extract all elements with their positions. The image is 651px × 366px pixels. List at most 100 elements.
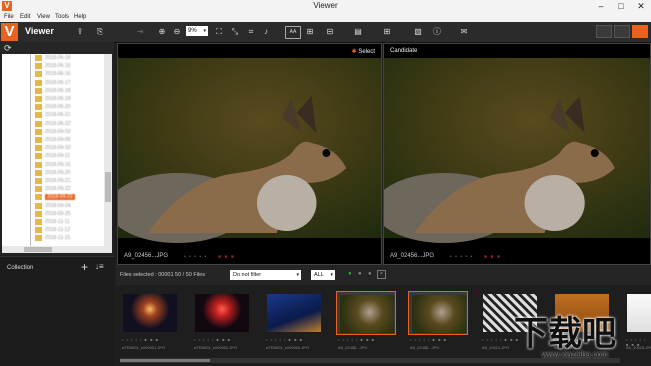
grid-view-button[interactable] (596, 25, 612, 38)
tree-item-label: 2018-09-25 (45, 210, 71, 217)
filter-select[interactable]: Do not filter ▾ (230, 270, 301, 280)
single-view-button[interactable] (614, 25, 630, 38)
aa-button[interactable]: AA (285, 26, 301, 39)
folder-icon (35, 169, 42, 176)
tree-vertical-scrollbar[interactable] (104, 54, 112, 246)
folder-icon (35, 104, 42, 111)
tree-item-label: 2018-11-11 (45, 219, 70, 225)
thumbnail-image (123, 294, 177, 332)
candidate-pane[interactable]: Candidate A9_02456...JPG • • • • • ■ ■ ■ (383, 43, 651, 265)
close-button[interactable]: ✕ (631, 0, 651, 13)
thumbnail[interactable] (336, 291, 396, 335)
select-label: ✱ Select (351, 49, 375, 55)
thumbnail-image (195, 294, 249, 332)
thumbnail-rating[interactable]: • • • • • ■ ■ ■ (410, 337, 447, 342)
menu-file[interactable]: File (4, 13, 14, 22)
minimize-button[interactable]: – (591, 0, 611, 13)
thumbnail-filename: A7R4001_ex00002.JPG (194, 345, 238, 350)
viewer-title: Viewer (25, 26, 54, 36)
folder-icon (35, 178, 42, 184)
tree-item-label: 2018-06-18 (45, 87, 71, 94)
menu-help[interactable]: Help (74, 13, 86, 22)
tree-item-label: 2018-06-17 (45, 79, 71, 86)
candidate-label: Candidate (390, 48, 418, 54)
candidate-flags[interactable]: ■ ■ ■ (484, 254, 501, 260)
thumbnail[interactable] (408, 291, 468, 335)
tree-horizontal-scrollbar[interactable] (2, 246, 112, 253)
crop-icon[interactable]: ⌗ (246, 26, 256, 37)
folder-icon (35, 161, 42, 168)
folder-icon (35, 128, 42, 135)
thumbnail-image (267, 294, 321, 332)
thumbnail[interactable] (192, 291, 252, 335)
tree-item-label: 2018-09-03 (45, 128, 71, 135)
collection-panel: Collection + ↓≡ (0, 256, 114, 366)
thumbnail-rating[interactable]: • • • • • ■ ■ ■ (194, 337, 231, 342)
rating-filter-select[interactable]: ALL ▾ (311, 270, 335, 280)
folder-tree[interactable]: 2018-06-18 2018-06-15 2018-06-16 2018-06-17… (2, 54, 104, 246)
folder-icon (35, 96, 42, 102)
green-flag-icon[interactable]: ● (348, 271, 352, 277)
thumbnail[interactable] (120, 291, 180, 335)
folder-icon (35, 137, 42, 143)
tree-item-label: 2018-06-18 (45, 55, 71, 61)
tree-item-label: 2018-06-19 (45, 96, 71, 102)
grid-icon[interactable]: ⊞ (382, 26, 392, 37)
zoom-in-icon[interactable]: ⊕ (157, 26, 167, 37)
select-rating[interactable]: • • • • • (184, 254, 207, 260)
thumbnail-rating[interactable]: • • • • • ■ ■ ■ (266, 337, 303, 342)
music-icon[interactable]: ♪ (261, 26, 271, 37)
select-flags[interactable]: ■ ■ ■ (218, 254, 235, 260)
export-icon[interactable]: ⎘ (95, 26, 105, 37)
menu-edit[interactable]: Edit (20, 13, 30, 22)
refresh-icon[interactable]: ⟳ (4, 43, 12, 54)
folder-icon (35, 227, 42, 234)
folder-icon (35, 153, 42, 160)
layout-icon[interactable]: ▤ (353, 26, 363, 37)
toolbar: V Viewer ⇪ ⎘ ⇥ ⊕ ⊖ 9% ▾ ⛶ ⤡ ⌗ ♪ AA ⊞ ⊟ ▤ … (0, 22, 651, 43)
info-icon[interactable]: ⓘ (432, 26, 442, 37)
shrink-icon[interactable]: ⤡ (230, 26, 240, 37)
tree-item-label: 2018-06-21 (45, 112, 71, 119)
folder-icon (35, 219, 42, 225)
compare-view-button[interactable] (632, 25, 648, 38)
folder-icon (35, 235, 42, 242)
zoom-select[interactable]: 9% ▾ (186, 26, 208, 36)
tree-item-label: 2018-06-16 (45, 71, 71, 78)
compare-icon[interactable]: ⊞ (305, 26, 315, 37)
select-pane[interactable]: ✱ Select A9_02456...JPG • • • • • ■ ■ ■ (117, 43, 382, 265)
add-collection-icon[interactable]: + (81, 260, 88, 274)
folder-icon (35, 55, 42, 61)
candidate-rating[interactable]: • • • • • (450, 254, 473, 260)
tree-item[interactable]: 2018-11-15 (2, 234, 104, 243)
tree-item-label: 2018-09-05 (45, 137, 71, 143)
watermark: 下载吧 www.xiazaiba.com (514, 306, 650, 364)
window-title: Viewer (313, 1, 338, 10)
image-icon[interactable]: ▨ (413, 26, 423, 37)
title-bar: V Viewer – □ ✕ (0, 0, 651, 13)
zoom-out-icon[interactable]: ⊖ (172, 26, 182, 37)
tree-item-label: 2018-06-20 (45, 104, 71, 111)
tree-item-label: 2018-06-22 (45, 120, 71, 127)
menu-view[interactable]: View (37, 13, 50, 22)
maximize-button[interactable]: □ (611, 0, 631, 13)
folder-icon (35, 79, 42, 86)
tree-item-label: 2018-09-20 (45, 169, 71, 176)
import-icon[interactable]: ⇪ (75, 26, 85, 37)
thumbnail-image (340, 295, 394, 333)
rotate-icon[interactable]: ⇥ (135, 26, 145, 37)
gray-flag-icon[interactable]: ● (358, 271, 362, 277)
thumbnail-rating[interactable]: • • • • • ■ ■ ■ (338, 337, 375, 342)
thumbnail[interactable] (264, 291, 324, 335)
fit-icon[interactable]: ⛶ (214, 26, 224, 37)
thumbnail-rating[interactable]: • • • • • ■ ■ ■ (122, 337, 159, 342)
menu-tools[interactable]: Tools (55, 13, 69, 22)
filter-bar: Files selected : 00001 50 / 50 Files Do … (116, 265, 651, 285)
mail-icon[interactable]: ✉ (459, 26, 469, 37)
tree-item-label: 2018-09-11 (45, 153, 71, 160)
reject-flag-icon[interactable]: × (377, 270, 386, 279)
neutral-flag-icon[interactable]: ● (368, 271, 372, 277)
side-by-side-icon[interactable]: ⊟ (325, 26, 335, 37)
thumbnail-filename: A7R4001_ex00003.JPG (266, 345, 310, 350)
sort-icon[interactable]: ↓≡ (95, 262, 104, 271)
